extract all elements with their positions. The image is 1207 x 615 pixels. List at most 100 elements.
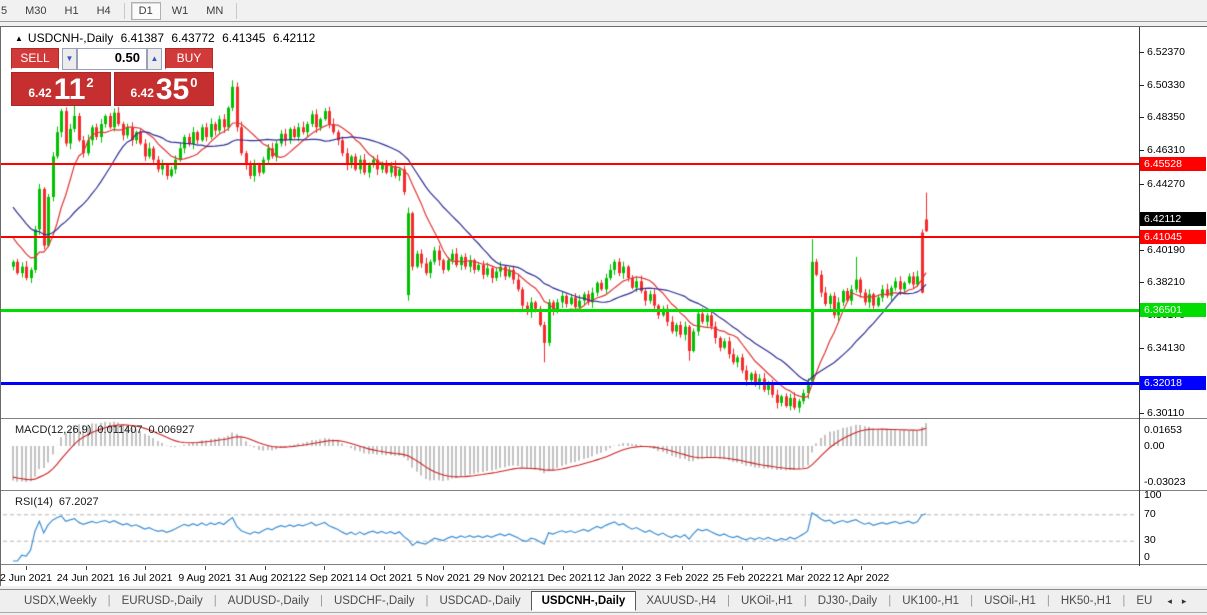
date-tick <box>742 566 743 570</box>
price-tick: 6.34130 <box>1147 342 1185 354</box>
volume-input[interactable]: 0.50 <box>77 48 147 70</box>
chart-tab-eurusd-daily[interactable]: EURUSD-,Daily <box>112 592 213 610</box>
tab-separator: | <box>804 595 807 607</box>
tab-separator: | <box>108 595 111 607</box>
chart-tab-dj30-daily[interactable]: DJ30-,Daily <box>808 592 887 610</box>
buy-button[interactable]: BUY <box>165 48 213 70</box>
tab-scroll-right-button[interactable]: ▸ <box>1177 596 1192 607</box>
tab-separator: | <box>1122 595 1125 607</box>
buy-price-display[interactable]: 6.42 35 0 <box>114 72 214 106</box>
level-price-label: 6.36501 <box>1140 303 1206 317</box>
ohlc-low: 6.41345 <box>222 31 265 45</box>
timeframe-button-h1[interactable]: H1 <box>58 3 86 19</box>
date-label: 12 Jan 2022 <box>593 572 651 584</box>
tab-scroll-left-button[interactable]: ◂ <box>1162 596 1177 607</box>
date-tick <box>86 566 87 570</box>
date-label: 3 Feb 2022 <box>655 572 708 584</box>
date-label: 9 Aug 2021 <box>178 572 231 584</box>
chart-tab-audusd-daily[interactable]: AUDUSD-,Daily <box>218 592 319 610</box>
chart-tab-ukoil-h1[interactable]: UKOil-,H1 <box>731 592 803 610</box>
date-label: 25 Feb 2022 <box>712 572 771 584</box>
price-tick: 6.46310 <box>1147 144 1185 156</box>
toolbar-separator <box>124 3 125 19</box>
chart-tab-bar: USDX,Weekly|EURUSD-,Daily|AUDUSD-,Daily|… <box>0 589 1207 613</box>
chart-tab-hk50-h1[interactable]: HK50-,H1 <box>1051 592 1122 610</box>
price-chart-canvas[interactable] <box>1 27 1139 566</box>
macd-axis-label: -0.03023 <box>1144 476 1185 488</box>
volume-decrease-button[interactable]: ▼ <box>62 48 77 70</box>
rsi-axis-label: 30 <box>1144 534 1156 546</box>
tab-separator: | <box>320 595 323 607</box>
chart-tab-usdchf-daily[interactable]: USDCHF-,Daily <box>324 592 425 610</box>
level-price-label: 6.41045 <box>1140 230 1206 244</box>
date-axis: 2 Jun 202124 Jun 202116 Jul 20219 Aug 20… <box>1 566 1207 586</box>
date-label: 24 Jun 2021 <box>57 572 115 584</box>
tab-separator: | <box>1047 595 1050 607</box>
ohlc-high: 6.43772 <box>171 31 214 45</box>
tab-separator: | <box>214 595 217 607</box>
chart-tab-uk100-h1[interactable]: UK100-,H1 <box>892 592 969 610</box>
timeframe-toolbar: 5M30 H1H4 D1W1MN <box>0 0 1207 22</box>
mt4-terminal: 5M30H1H4D1W1MN ▲USDCNH-,Daily 6.41387 6.… <box>0 0 1207 615</box>
timeframe-button-w1[interactable]: W1 <box>165 3 196 19</box>
timeframe-button-m30[interactable]: M30 <box>18 3 53 19</box>
chart-tab-xauusd-h4[interactable]: XAUUSD-,H4 <box>636 592 726 610</box>
tab-separator: | <box>888 595 891 607</box>
rsi-name: RSI(14) <box>15 496 53 508</box>
price-tick: 6.52370 <box>1147 46 1185 58</box>
chart-tab-usdx-weekly[interactable]: USDX,Weekly <box>14 592 107 610</box>
buy-price-pip: 0 <box>190 75 197 90</box>
macd-indicator-label: MACD(12,26,9)0.0114070.006927 <box>15 424 200 436</box>
date-tick <box>801 566 802 570</box>
resistance-line-6.45528[interactable] <box>1 163 1139 165</box>
sell-price-main: 11 <box>54 76 86 104</box>
pane-divider[interactable] <box>1 490 1207 492</box>
date-label: 22 Sep 2021 <box>294 572 354 584</box>
support-line-6.36501[interactable] <box>1 309 1139 312</box>
collapse-triangle-icon[interactable]: ▲ <box>15 34 23 43</box>
date-tick <box>205 566 206 570</box>
macd-axis-label: 0.01653 <box>1144 424 1182 436</box>
timeframe-button-h4[interactable]: H4 <box>90 3 118 19</box>
buy-price-main: 35 <box>156 76 189 104</box>
macd-main-value: 0.011407 <box>97 424 142 436</box>
support-line-6.32018[interactable] <box>1 382 1139 385</box>
date-tick <box>324 566 325 570</box>
date-tick <box>265 566 266 570</box>
price-tick: 6.50330 <box>1147 79 1185 91</box>
price-tick: 6.30110 <box>1147 407 1184 419</box>
chart-tab-usdcad-daily[interactable]: USDCAD-,Daily <box>429 592 530 610</box>
sell-price-display[interactable]: 6.42 11 2 <box>11 72 111 106</box>
date-tick <box>443 566 444 570</box>
current-price-label: 6.42112 <box>1140 212 1206 226</box>
price-tick: 6.44270 <box>1147 178 1185 190</box>
tab-separator: | <box>425 595 428 607</box>
date-label: 31 Aug 2021 <box>235 572 294 584</box>
ohlc-close: 6.42112 <box>273 31 316 45</box>
timeframe-button-5[interactable]: 5 <box>0 3 14 19</box>
date-tick <box>563 566 564 570</box>
one-click-trading-panel: SELL ▼ 0.50 ▲ BUY 6.42 11 2 6.42 35 0 <box>11 48 214 106</box>
date-tick <box>861 566 862 570</box>
macd-name: MACD(12,26,9) <box>15 424 91 436</box>
timeframe-button-mn[interactable]: MN <box>199 3 230 19</box>
price-tick: 6.48350 <box>1147 111 1185 123</box>
date-tick <box>384 566 385 570</box>
buy-price-prefix: 6.42 <box>131 86 154 100</box>
date-tick <box>503 566 504 570</box>
timeframe-button-d1[interactable]: D1 <box>131 2 161 20</box>
level-price-label: 6.32018 <box>1140 376 1206 390</box>
rsi-indicator-label: RSI(14) 67.2027 <box>15 496 105 508</box>
chart-tab-usoil-h1[interactable]: USOil-,H1 <box>974 592 1046 610</box>
resistance-line-6.41045[interactable] <box>1 236 1139 238</box>
pane-divider[interactable] <box>1 418 1207 420</box>
level-price-label: 6.45528 <box>1140 157 1206 171</box>
price-tick: 6.40190 <box>1147 244 1185 256</box>
date-label: 21 Dec 2021 <box>533 572 593 584</box>
chart-tab-eu[interactable]: EU <box>1126 592 1162 610</box>
date-label: 29 Nov 2021 <box>473 572 533 584</box>
sell-button[interactable]: SELL <box>11 48 59 70</box>
volume-increase-button[interactable]: ▲ <box>147 48 162 70</box>
rsi-value: 67.2027 <box>59 496 99 508</box>
chart-tab-usdcnh-daily[interactable]: USDCNH-,Daily <box>531 591 637 611</box>
